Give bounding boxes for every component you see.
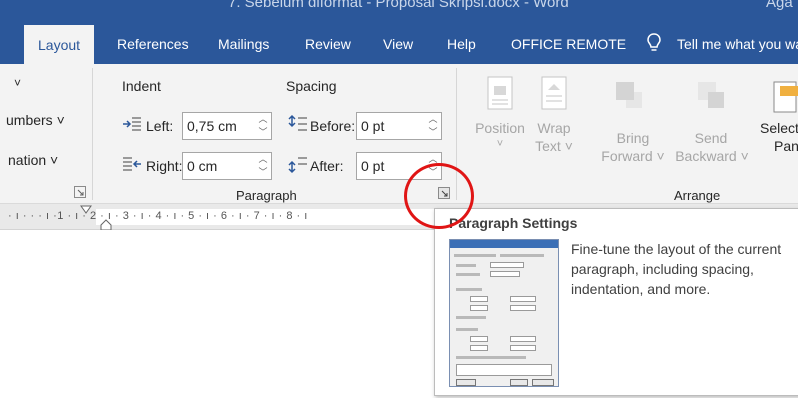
wrap-text-icon bbox=[541, 76, 567, 110]
spacing-before-value[interactable]: 0 pt bbox=[361, 118, 384, 134]
tell-me-search[interactable]: Tell me what you wa bbox=[677, 24, 798, 64]
bring-forward-icon bbox=[616, 82, 642, 108]
selection-pane-icon bbox=[773, 81, 798, 113]
selection-pane-line2[interactable]: Pane bbox=[774, 138, 798, 154]
user-name[interactable]: Aga bbox=[766, 0, 793, 11]
tab-layout[interactable]: Layout bbox=[24, 24, 95, 64]
arrange-group-label: Arrange bbox=[674, 188, 721, 203]
spacing-header: Spacing bbox=[286, 78, 337, 94]
spacing-before-icon bbox=[288, 114, 307, 131]
indent-right-value[interactable]: 0 cm bbox=[187, 158, 217, 174]
bring-forward-line1[interactable]: Bring bbox=[598, 130, 668, 146]
position-icon bbox=[487, 76, 513, 110]
tab-help[interactable]: Help bbox=[447, 24, 476, 64]
indent-left-value[interactable]: 0,75 cm bbox=[187, 118, 237, 134]
send-backward-line1[interactable]: Send bbox=[676, 130, 746, 146]
spacing-after-label: After: bbox=[310, 158, 344, 174]
spacing-before-label: Before: bbox=[310, 118, 356, 134]
selection-pane-line1[interactable]: Selecti bbox=[760, 120, 798, 136]
window-title: 7. Sebelum diformat - Proposal Skripsi.d… bbox=[228, 0, 569, 11]
tab-references[interactable]: References bbox=[117, 24, 189, 64]
indent-left-spinner[interactable]: 0,75 cm ︿ ﹀ bbox=[182, 112, 272, 140]
page-setup-launcher-icon[interactable] bbox=[74, 186, 86, 198]
indent-left-arrows[interactable]: ︿ ﹀ bbox=[255, 113, 271, 139]
wrap-text-line2[interactable]: Text ˅ bbox=[528, 138, 580, 154]
bring-forward-line2[interactable]: Forward ˅ bbox=[596, 148, 670, 164]
paragraph-dialog-preview bbox=[449, 239, 559, 387]
title-bar: 7. Sebelum diformat - Proposal Skripsi.d… bbox=[0, 0, 798, 24]
send-backward-icon bbox=[698, 82, 724, 108]
indent-right-spinner[interactable]: 0 cm ︿ ﹀ bbox=[182, 152, 272, 180]
ruler-ticks: · ı · · · ı ·1 · ı · 2 · ı · 3 · ı · 4 ·… bbox=[8, 210, 308, 222]
paragraph-group-label: Paragraph bbox=[236, 188, 297, 203]
tab-office-remote[interactable]: OFFICE REMOTE bbox=[511, 24, 626, 64]
spacing-before-arrows[interactable]: ︿ ﹀ bbox=[425, 113, 441, 139]
tooltip-title: Paragraph Settings bbox=[449, 215, 578, 231]
send-backward-line2[interactable]: Backward ˅ bbox=[674, 148, 750, 164]
tab-view[interactable]: View bbox=[383, 24, 413, 64]
tooltip-description: Fine-tune the layout of the current para… bbox=[571, 241, 782, 297]
group-separator bbox=[92, 68, 93, 200]
hyphenation-button[interactable]: nation ˅ bbox=[8, 152, 58, 168]
ribbon-layout: ˅ umbers ˅ nation ˅ Indent Spacing Left:… bbox=[0, 64, 798, 204]
indent-left-label: Left: bbox=[146, 118, 174, 134]
highlight-circle bbox=[404, 163, 474, 229]
paragraph-settings-tooltip: Paragraph Settings Fine-tune the layout … bbox=[434, 208, 798, 396]
position-button[interactable]: Position bbox=[474, 120, 526, 136]
lightbulb-icon bbox=[647, 33, 661, 51]
position-dropdown-arrow[interactable]: ˅ bbox=[474, 138, 526, 150]
spacing-after-icon bbox=[288, 157, 307, 174]
wrap-text-line1[interactable]: Wrap bbox=[528, 120, 580, 136]
ribbon-tabs: Layout References Mailings Review View H… bbox=[0, 24, 798, 64]
indent-right-arrows[interactable]: ︿ ﹀ bbox=[255, 153, 271, 179]
tab-review[interactable]: Review bbox=[305, 24, 351, 64]
tab-mailings[interactable]: Mailings bbox=[218, 24, 269, 64]
spacing-after-value[interactable]: 0 pt bbox=[361, 158, 384, 174]
indent-right-label: Right: bbox=[146, 158, 183, 174]
indent-right-icon bbox=[123, 157, 141, 171]
line-numbers-button[interactable]: umbers ˅ bbox=[6, 112, 65, 128]
spacing-before-spinner[interactable]: 0 pt ︿ ﹀ bbox=[356, 112, 442, 140]
indent-left-icon bbox=[123, 117, 141, 131]
first-line-indent-marker-icon[interactable] bbox=[80, 205, 92, 214]
indent-header: Indent bbox=[122, 78, 161, 94]
page-setup-dropdown-arrow[interactable]: ˅ bbox=[14, 76, 21, 90]
